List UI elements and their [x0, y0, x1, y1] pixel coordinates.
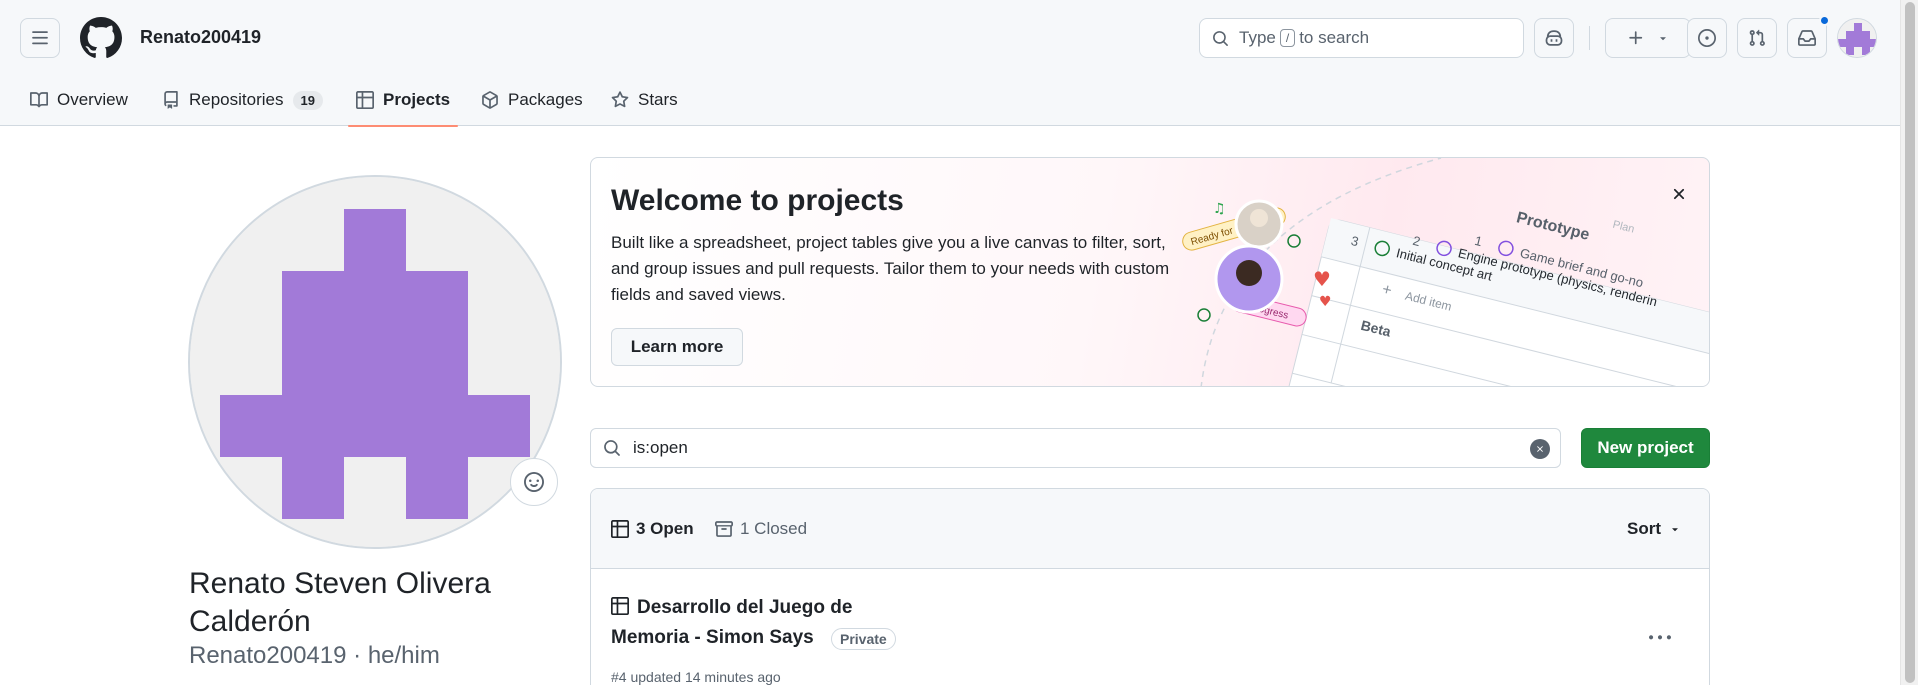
learn-more-button[interactable]: Learn more [611, 328, 743, 366]
plus-icon [1629, 31, 1643, 45]
tab-repositories[interactable]: Repositories 19 [162, 74, 323, 126]
illus-plan-label: Plan [1611, 219, 1635, 236]
tab-stars-label: Stars [638, 90, 678, 109]
sort-label: Sort [1627, 519, 1661, 538]
projects-filter-input[interactable]: is:open [590, 428, 1561, 468]
svg-text:♫: ♫ [1213, 201, 1226, 217]
tab-repositories-label: Repositories [189, 90, 284, 109]
dismiss-banner-button[interactable] [1667, 182, 1691, 206]
github-logo-icon[interactable] [80, 17, 122, 59]
svg-text:♥: ♥ [1319, 294, 1332, 310]
banner-description: Built like a spreadsheet, project tables… [611, 233, 1170, 304]
inbox-icon [1798, 30, 1816, 46]
x-circle-icon [1537, 446, 1543, 452]
projects-illustration: Prototype Plan 1 Game brief and go-no 2 … [1182, 158, 1709, 386]
projects-list: 3 Open 1 Closed Sort Desarrollo del Jueg… [590, 488, 1710, 685]
search-icon [1212, 30, 1229, 47]
caret-down-icon [1672, 528, 1678, 532]
sort-dropdown[interactable]: Sort [1627, 519, 1681, 539]
profile-full-name: Renato Steven Olivera Calderón [189, 567, 491, 638]
tab-stars[interactable]: Stars [611, 74, 678, 126]
tab-packages[interactable]: Packages [481, 74, 583, 126]
profile-avatar[interactable] [188, 175, 562, 549]
tab-projects-label: Projects [383, 90, 451, 109]
welcome-banner: Welcome to projects Built like a spreads… [590, 157, 1710, 387]
book-icon [30, 91, 48, 109]
visibility-badge: Private [831, 628, 896, 650]
issues-button[interactable] [1687, 18, 1727, 58]
caret-down-icon [1660, 37, 1666, 41]
user-menu-avatar[interactable] [1837, 18, 1877, 58]
table-icon [356, 91, 374, 109]
profile-handle: Renato200419 · he/him [189, 642, 440, 669]
profile-login: Renato200419 [189, 642, 347, 669]
menu-button[interactable] [20, 18, 60, 58]
illus-row-1-num: 1 [1473, 233, 1484, 249]
table-icon [611, 520, 629, 538]
closed-projects-label: 1 Closed [740, 519, 808, 538]
open-projects-label: 3 Open [636, 519, 694, 538]
identicon-large [190, 177, 560, 547]
hamburger-icon [32, 31, 48, 45]
tab-overview[interactable]: Overview [30, 74, 128, 126]
repo-icon [162, 91, 180, 109]
tab-overview-label: Overview [57, 90, 128, 109]
profile-tabs: Overview Repositories 19 Projects Packag… [0, 74, 1900, 127]
project-row: Desarrollo del Juego de Memoria - Simon … [591, 569, 1709, 685]
search-prefix: Type [1239, 28, 1276, 47]
top-bar: Renato200419 Type / to search [0, 0, 1900, 74]
page-scrollbar[interactable] [1900, 0, 1918, 685]
pull-requests-button[interactable] [1737, 18, 1777, 58]
svg-text:♥: ♥ [1313, 267, 1331, 291]
filter-value: is:open [633, 438, 688, 457]
scrollbar-thumb[interactable] [1905, 2, 1915, 683]
projects-list-header: 3 Open 1 Closed Sort [591, 489, 1709, 569]
project-options-button[interactable] [1649, 627, 1671, 649]
banner-title: Welcome to projects [611, 184, 904, 217]
copilot-icon [1545, 30, 1563, 46]
copilot-button[interactable] [1534, 18, 1574, 58]
kebab-horizontal-icon [1649, 635, 1671, 640]
header-username[interactable]: Renato200419 [140, 27, 261, 48]
project-title: Desarrollo del Juego de Memoria - Simon … [611, 597, 853, 648]
header-divider [1589, 26, 1590, 50]
illus-group-label: Prototype [1515, 209, 1592, 244]
clear-filter-button[interactable] [1530, 439, 1550, 459]
create-new-button[interactable] [1605, 18, 1691, 58]
app-header: Renato200419 Type / to search Overview R… [0, 0, 1900, 127]
new-project-button[interactable]: New project [1581, 428, 1710, 468]
search-icon [603, 439, 621, 457]
smiley-icon [524, 472, 544, 492]
profile-pronouns: he/him [367, 642, 440, 669]
project-meta: #4 updated 14 minutes ago [611, 669, 781, 685]
star-icon [611, 91, 629, 109]
notification-dot [1819, 15, 1830, 26]
issue-opened-icon [1698, 29, 1716, 47]
package-icon [481, 91, 499, 109]
x-icon [1673, 188, 1685, 200]
identicon-small [1838, 19, 1876, 57]
repositories-count-badge: 19 [292, 90, 323, 110]
search-shortcut-key: / [1279, 29, 1296, 47]
tab-packages-label: Packages [508, 90, 583, 109]
closed-projects-filter[interactable]: 1 Closed [715, 519, 807, 539]
open-projects-filter[interactable]: 3 Open [611, 519, 694, 539]
tab-projects[interactable]: Projects [347, 74, 459, 127]
archive-icon [715, 521, 733, 537]
table-icon [611, 597, 629, 615]
search-input[interactable]: Type / to search [1199, 18, 1524, 58]
search-suffix: to search [1299, 28, 1370, 47]
set-status-button[interactable] [510, 458, 558, 506]
git-pull-request-icon [1749, 29, 1765, 46]
